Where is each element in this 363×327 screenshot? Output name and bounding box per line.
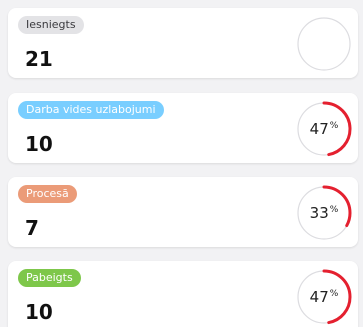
status-badge: Procesā <box>18 185 77 203</box>
status-count: 21 <box>25 47 53 71</box>
percent-label: 47% <box>309 288 339 306</box>
percent-label: 47% <box>309 120 339 138</box>
status-badge: Pabeigts <box>18 269 81 287</box>
status-count: 10 <box>25 300 53 324</box>
percent-label: 33% <box>309 204 339 222</box>
status-badge: Darba vides uzlabojumi <box>18 101 164 119</box>
status-count: 10 <box>25 132 53 156</box>
progress-ring: 47% <box>296 269 352 325</box>
progress-ring <box>296 16 352 72</box>
progress-ring: 33% <box>296 185 352 241</box>
status-card-pabeigts[interactable]: Pabeigts 10 47% <box>8 261 358 327</box>
status-card-darba-vides-uzlabojumi[interactable]: Darba vides uzlabojumi 10 47% <box>8 93 358 163</box>
status-count: 7 <box>25 216 39 240</box>
status-card-iesniegts[interactable]: Iesniegts 21 <box>8 8 358 78</box>
status-card-procesa[interactable]: Procesā 7 33% <box>8 177 358 247</box>
progress-ring: 47% <box>296 101 352 157</box>
status-badge: Iesniegts <box>18 16 84 34</box>
status-cards-list: Iesniegts 21 Darba vides uzlabojumi 10 4… <box>0 0 363 327</box>
